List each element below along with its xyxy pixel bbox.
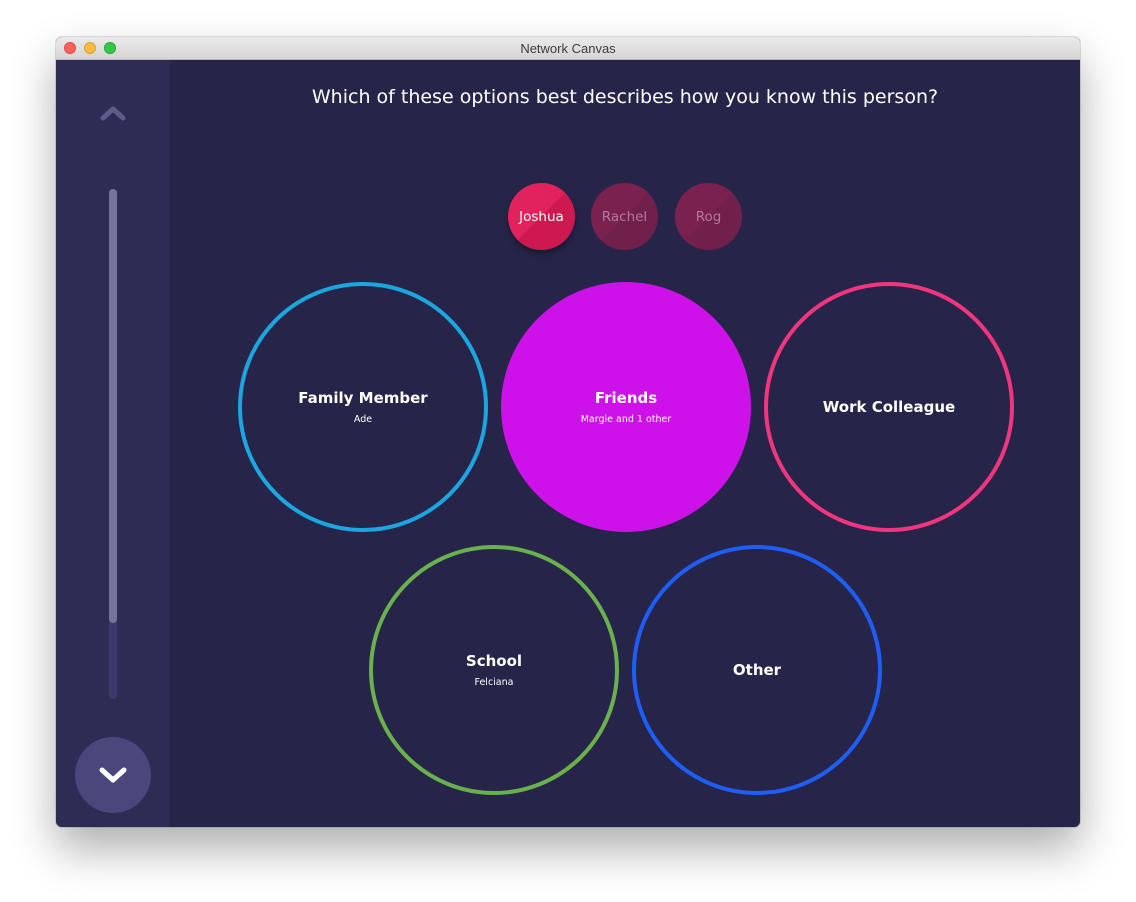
bin-label: Friends	[594, 389, 658, 407]
bin-label: Family Member	[298, 389, 428, 407]
bin-members: Ade	[353, 414, 373, 425]
bin-other[interactable]: Other	[632, 545, 882, 795]
progress-bar-fill	[109, 189, 117, 623]
chevron-down-icon	[99, 767, 127, 783]
node-label: Rachel	[601, 208, 648, 225]
node-label: Joshua	[519, 208, 564, 225]
node-rachel[interactable]: Rachel	[591, 183, 658, 250]
title-bar: Network Canvas	[56, 37, 1080, 60]
bin-members: Felciana	[474, 677, 514, 688]
node-label: Rog	[695, 208, 722, 225]
chevron-up-icon	[100, 106, 126, 121]
progress-bar	[109, 189, 117, 699]
interface-area: Which of these options best describes ho…	[170, 60, 1080, 827]
bin-members: Margie and 1 other	[580, 414, 672, 425]
next-stage-button[interactable]	[75, 737, 151, 813]
bin-label: Other	[732, 661, 782, 679]
app-window: Network Canvas Which of these options be…	[56, 37, 1080, 827]
bin-family-member[interactable]: Family Member Ade	[238, 282, 488, 532]
node-rog[interactable]: Rog	[675, 183, 742, 250]
window-title: Network Canvas	[520, 41, 616, 56]
node-joshua[interactable]: Joshua	[508, 183, 575, 250]
bin-label: Work Colleague	[822, 398, 956, 416]
bin-label: School	[465, 652, 523, 670]
previous-stage-button[interactable]	[93, 96, 133, 130]
navigation-sidebar	[56, 60, 170, 827]
bin-friends[interactable]: Friends Margie and 1 other	[501, 282, 751, 532]
prompt-text: Which of these options best describes ho…	[311, 86, 939, 108]
bin-school[interactable]: School Felciana	[369, 545, 619, 795]
bin-work-colleague[interactable]: Work Colleague	[764, 282, 1014, 532]
